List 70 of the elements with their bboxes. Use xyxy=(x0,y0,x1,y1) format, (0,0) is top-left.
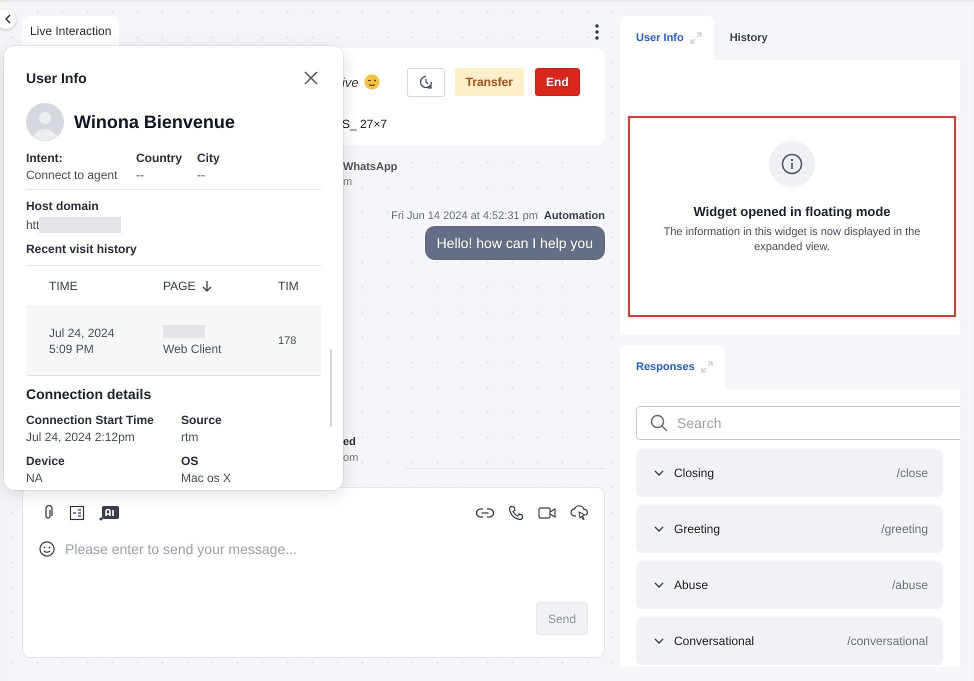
section-title: Recent visit history xyxy=(26,242,138,256)
cloud-cursor-icon[interactable] xyxy=(570,504,588,521)
response-item[interactable]: Abuse /abuse xyxy=(636,561,943,609)
table-cell-text: 178 xyxy=(278,334,296,349)
section-title: Connection details xyxy=(26,386,152,402)
emoji-icon[interactable] xyxy=(39,541,55,557)
avatar xyxy=(26,103,64,141)
clock-icon xyxy=(418,74,434,90)
field-label: Country xyxy=(136,151,183,165)
channel-label: WhatsApp xyxy=(343,161,398,173)
collapse-button[interactable] xyxy=(0,9,16,29)
channel-detail: m xyxy=(343,176,354,188)
field-label: Host domain xyxy=(26,199,100,213)
field-value: Jul 24, 2024 2:12pm xyxy=(26,430,136,444)
chevron-left-icon xyxy=(4,14,12,24)
close-icon[interactable] xyxy=(304,71,318,85)
field-value: -- xyxy=(136,168,145,182)
column-header[interactable]: TIM xyxy=(278,279,299,293)
event-label: ed xyxy=(343,436,357,448)
field-value: rtm xyxy=(181,430,200,444)
column-header[interactable]: TIME xyxy=(26,279,163,293)
arrow-down-icon xyxy=(201,280,214,292)
table-cell-text: Jul 24, 2024 5:09 PM xyxy=(48,325,116,357)
tab[interactable]: User Info xyxy=(620,16,714,60)
conversation-subtitle: S_ 27×7 xyxy=(342,117,388,131)
field-label: Connection Start Time xyxy=(26,413,155,427)
conversation-title: ive xyxy=(342,74,359,90)
tab[interactable]: Live Interaction xyxy=(22,16,120,46)
scroll-bar[interactable] xyxy=(330,349,332,427)
table-cell: Web Client xyxy=(163,341,222,357)
tab[interactable]: Responses xyxy=(620,345,725,389)
field-label: OS xyxy=(181,454,200,468)
response-item[interactable]: Conversational /conversational xyxy=(636,617,943,665)
end-button[interactable]: End xyxy=(534,68,580,96)
info-icon xyxy=(769,141,815,187)
field-value: -- xyxy=(197,168,206,182)
field-value: Mac os X xyxy=(181,471,232,485)
video-camera-icon[interactable] xyxy=(538,506,556,520)
template-icon[interactable] xyxy=(69,504,85,520)
message-timestamp: Fri Jun 14 2024 at 4:52:31 pm xyxy=(391,210,538,222)
chevron-down-icon xyxy=(654,470,664,476)
field-label: Device xyxy=(26,454,66,468)
event-detail: om xyxy=(343,452,360,464)
field-value: NA xyxy=(26,471,44,485)
chevron-down-icon xyxy=(654,526,664,532)
notice-title: Widget opened in floating mode xyxy=(693,204,891,219)
field-label: Intent: xyxy=(26,151,64,165)
search-icon xyxy=(650,414,668,432)
field-label: Source xyxy=(181,413,223,427)
field-value: Connect to agent xyxy=(26,168,118,182)
more-icon[interactable] xyxy=(594,23,600,41)
tab[interactable]: History xyxy=(714,16,784,60)
notice-text: The information in this widget is now displayed in the expanded view. xyxy=(662,225,922,255)
transfer-button[interactable]: Transfer xyxy=(454,68,524,96)
history-button[interactable] xyxy=(406,68,445,96)
chevron-down-icon xyxy=(654,638,664,644)
user-name: Winona Bienvenue xyxy=(74,112,235,132)
message-bubble: Hello! how can I help you xyxy=(424,226,605,260)
phone-icon[interactable] xyxy=(508,504,524,520)
popup-title: User Info xyxy=(26,70,87,86)
search-field[interactable]: Search xyxy=(636,406,960,440)
chevron-down-icon xyxy=(654,582,664,588)
field-label: City xyxy=(197,151,220,165)
message-sender: Automation xyxy=(544,210,605,222)
wink-face-icon xyxy=(364,74,380,90)
field-value: htt xyxy=(26,218,40,232)
response-item[interactable]: Greeting /greeting xyxy=(636,505,943,553)
response-item[interactable]: Closing /close xyxy=(636,449,943,497)
column-header[interactable]: PAGE xyxy=(163,279,278,293)
ai-icon[interactable] xyxy=(99,504,119,520)
